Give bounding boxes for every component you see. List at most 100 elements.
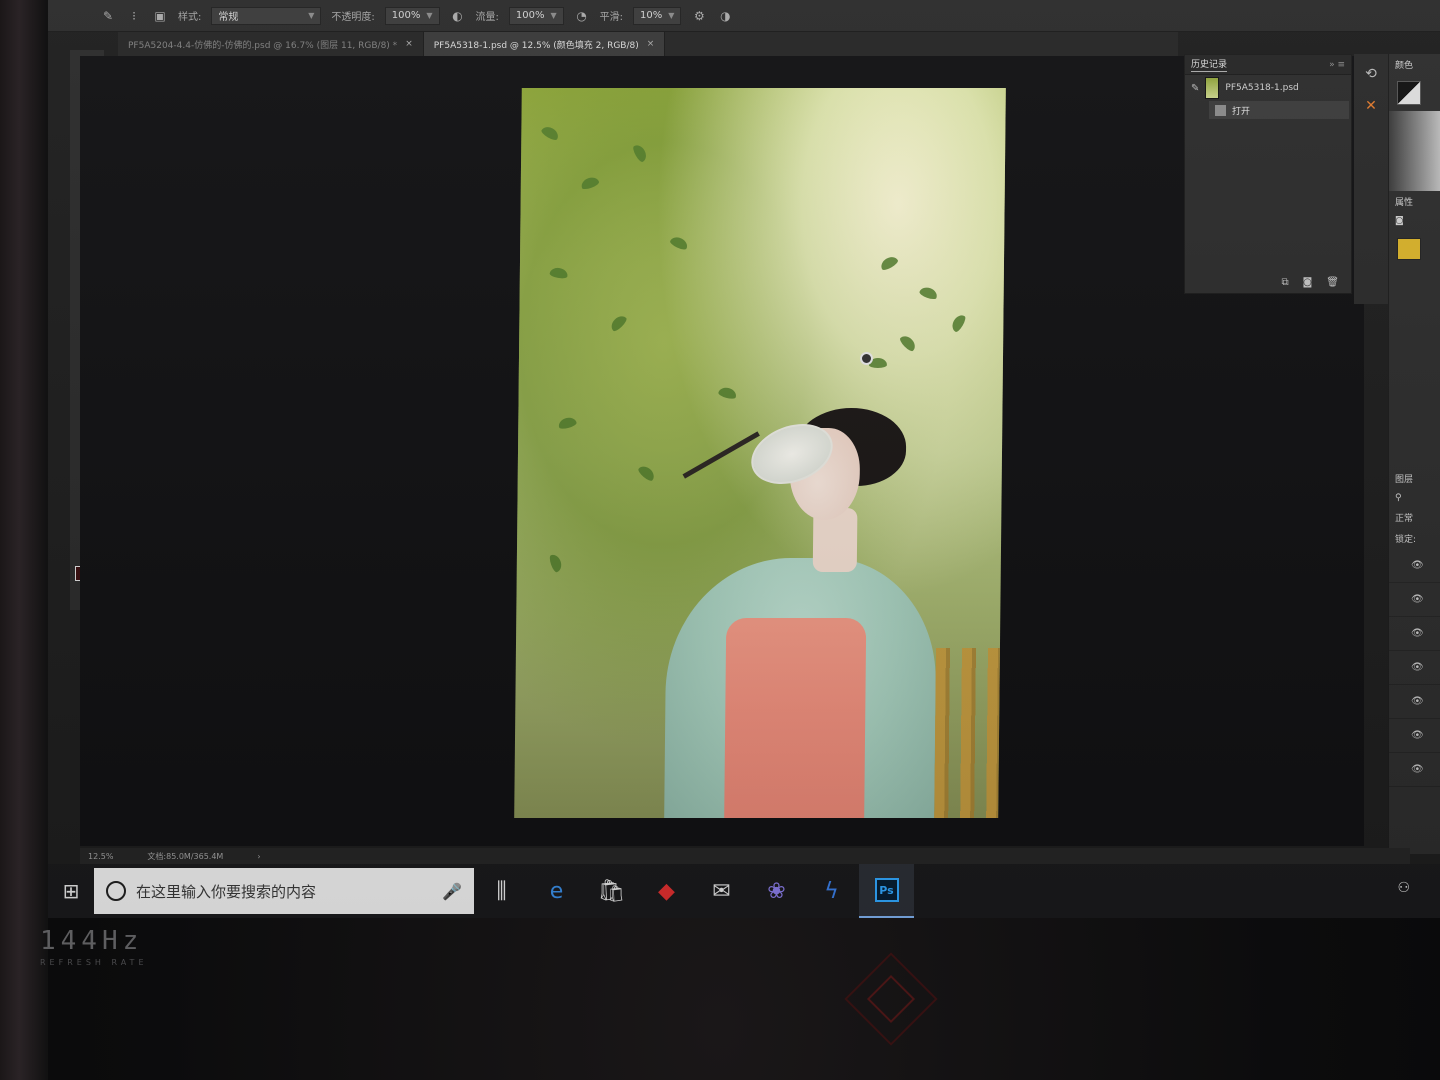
layer-row[interactable]: 👁	[1389, 753, 1440, 787]
eye-icon[interactable]: 👁	[1411, 560, 1424, 571]
tab-label: PF5A5204-4.4-仿佛的-仿佛的.psd @ 16.7% (图层 11,…	[128, 40, 398, 51]
photo-leaf	[548, 552, 564, 574]
new-document-from-state-icon[interactable]: ⧉	[1281, 277, 1288, 288]
photos-icon: ❀	[767, 878, 786, 904]
canvas-workspace[interactable]	[80, 56, 1364, 846]
snapshot-thumbnail	[1205, 77, 1220, 99]
tab-document-1[interactable]: PF5A5204-4.4-仿佛的-仿佛的.psd @ 16.7% (图层 11,…	[118, 32, 424, 56]
history-tab[interactable]: 历史记录	[1191, 57, 1228, 72]
close-icon[interactable]: ×	[405, 39, 413, 49]
zoom-level[interactable]: 12.5%	[88, 852, 113, 861]
photos-button[interactable]: ❀	[749, 864, 804, 918]
camera-icon[interactable]: ◙	[1303, 277, 1313, 288]
history-panel-footer: ⧉ ◙ 🗑	[1185, 271, 1351, 293]
cortana-icon[interactable]	[106, 881, 126, 901]
windows-logo-icon: ⊞	[62, 879, 80, 903]
layer-row[interactable]: 👁	[1389, 719, 1440, 753]
eye-icon[interactable]: 👁	[1411, 662, 1424, 673]
status-bar: 12.5% 文档:85.0M/365.4M ›	[80, 848, 1410, 864]
document-state-icon	[1215, 104, 1226, 116]
refresh-rate-badge: 144Hz REFRESH RATE	[40, 926, 148, 967]
taskbar-search-box[interactable]: 在这里输入你要搜索的内容 🎤	[94, 868, 474, 914]
properties-panel-tab[interactable]: 属性	[1389, 191, 1440, 212]
flow-label: 流量:	[475, 12, 499, 23]
photo-wooden-railing	[934, 648, 1000, 818]
brush-tool-icon[interactable]: ✎	[100, 8, 116, 24]
edge-icon: e	[549, 878, 564, 904]
fill-color-swatch[interactable]	[1397, 238, 1421, 260]
eye-icon[interactable]: 👁	[1411, 730, 1424, 741]
history-source-brush-icon[interactable]: ✎	[1191, 83, 1199, 94]
mask-icon[interactable]: ◙	[1389, 212, 1440, 230]
search-placeholder: 在这里输入你要搜索的内容	[136, 882, 317, 901]
layer-row[interactable]: 👁	[1389, 685, 1440, 719]
style-label: 样式:	[178, 12, 202, 23]
trash-icon[interactable]: 🗑	[1326, 277, 1339, 288]
chevron-down-icon: ▼	[550, 11, 557, 20]
gear-icon[interactable]: ⚙	[691, 8, 707, 24]
tab-document-2[interactable]: PF5A5318-1.psd @ 12.5% (颜色填充 2, RGB/8) ×	[423, 32, 666, 56]
style-select[interactable]: 常规 ▼	[211, 6, 322, 25]
color-panel-tab[interactable]: 颜色	[1389, 54, 1440, 75]
photo-leaf	[608, 313, 629, 333]
blend-mode-select[interactable]: 正常	[1389, 507, 1440, 528]
flow-value: 100%	[515, 10, 545, 21]
photo-leaf	[636, 463, 657, 483]
smoothing-field[interactable]: 10% ▼	[633, 6, 682, 25]
layer-row[interactable]: 👁	[1389, 583, 1440, 617]
eye-icon[interactable]: 👁	[1411, 764, 1424, 775]
lightning-app-button[interactable]: ϟ	[804, 864, 859, 918]
layer-search-icon[interactable]: ⚲	[1389, 489, 1440, 507]
properties-body	[1389, 268, 1440, 468]
airbrush-icon[interactable]: ◔	[574, 8, 590, 24]
game-app-button[interactable]: ◆	[639, 864, 694, 918]
layer-row[interactable]: 👁	[1389, 617, 1440, 651]
eye-icon[interactable]: 👁	[1411, 594, 1424, 605]
lock-label: 锁定:	[1395, 535, 1417, 545]
chevron-down-icon: ▼	[668, 11, 675, 20]
layers-panel-tab[interactable]: 图层	[1389, 468, 1440, 489]
photo-leaf	[557, 415, 578, 431]
color-panel-swatch[interactable]	[1397, 81, 1421, 105]
task-view-button[interactable]: ⫼	[474, 864, 529, 918]
layer-row[interactable]: 👁	[1389, 549, 1440, 583]
document-canvas-photo[interactable]	[514, 88, 1006, 818]
document-size[interactable]: 文档:85.0M/365.4M	[147, 851, 223, 862]
photo-figure-skirt	[724, 618, 867, 818]
brush-size-icon[interactable]: ⁝	[126, 8, 142, 24]
opacity-field[interactable]: 100% ▼	[384, 6, 440, 25]
refresh-rate-caption: REFRESH RATE	[40, 958, 148, 967]
tools-dock-icon[interactable]: ✕	[1365, 98, 1377, 114]
pressure-opacity-icon[interactable]: ◐	[450, 8, 466, 24]
microphone-icon[interactable]: 🎤	[442, 882, 462, 901]
brush-panel-icon[interactable]: ▣	[152, 8, 168, 24]
history-snapshot[interactable]: ✎ PF5A5318-1.psd	[1185, 75, 1351, 101]
photo-leaf	[918, 285, 939, 301]
close-icon[interactable]: ×	[647, 39, 655, 49]
smoothing-value: 10%	[640, 10, 663, 21]
eye-icon[interactable]: 👁	[1411, 696, 1424, 707]
photoshop-button[interactable]: Ps	[859, 864, 914, 918]
flow-field[interactable]: 100% ▼	[508, 6, 564, 25]
smoothing-label: 平滑:	[599, 12, 623, 23]
start-button[interactable]: ⊞	[48, 864, 94, 918]
monitor-screen: ✎ ⁝ ▣ 样式: 常规 ▼ 不透明度: 100% ▼ ◐ 流量: 100% ▼…	[48, 0, 1440, 918]
color-spectrum[interactable]	[1389, 111, 1440, 191]
layer-row[interactable]: 👁	[1389, 651, 1440, 685]
status-arrow-icon[interactable]: ›	[257, 852, 260, 861]
history-dock-icon[interactable]: ⟲	[1365, 66, 1377, 82]
mail-button[interactable]: ✉	[694, 864, 749, 918]
photo-leaf	[898, 333, 919, 353]
eye-icon[interactable]: 👁	[1411, 628, 1424, 639]
chevron-down-icon: ▼	[426, 11, 433, 20]
photo-leaf	[878, 254, 900, 272]
history-state-open[interactable]: 打开	[1209, 101, 1349, 119]
tray-people-icon[interactable]: ⚇	[1397, 880, 1410, 896]
document-tabs: PF5A5204-4.4-仿佛的-仿佛的.psd @ 16.7% (图层 11,…	[118, 32, 1178, 56]
pressure-size-icon[interactable]: ◑	[717, 8, 733, 24]
store-button[interactable]: 🛍	[584, 864, 639, 918]
right-panel-stack: 颜色 属性 ◙ 图层 ⚲ 正常 锁定: 👁 👁 👁 👁 👁 👁 👁	[1388, 54, 1440, 854]
panel-dock-icons: ⟲ ✕	[1354, 54, 1388, 304]
panel-menu-icon[interactable]: » ≡	[1329, 60, 1345, 70]
edge-button[interactable]: e	[529, 864, 584, 918]
